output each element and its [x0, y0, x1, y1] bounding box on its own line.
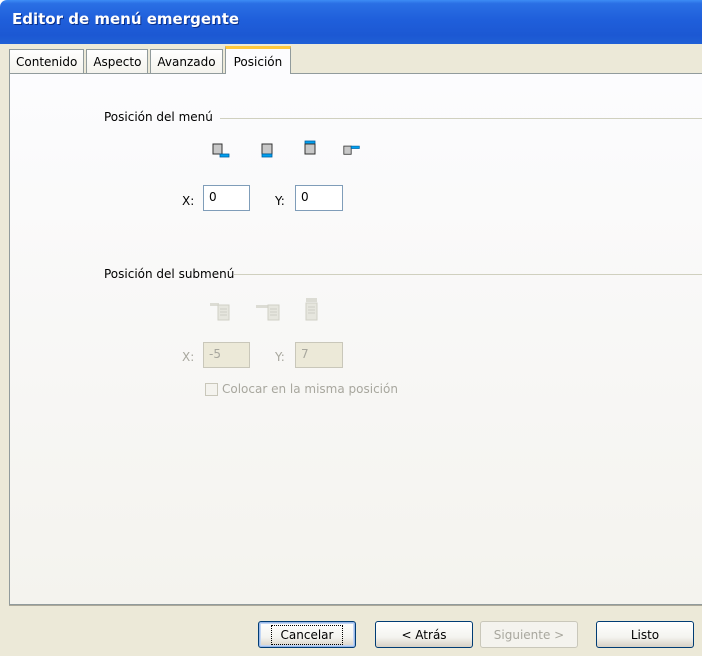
- menu-position-group-label: Posición del menú: [104, 110, 213, 124]
- tab-posicion[interactable]: Posición: [224, 46, 292, 75]
- menu-y-input[interactable]: 0: [295, 185, 343, 211]
- menu-position-divider: [220, 118, 702, 119]
- menu-x-label: X:: [182, 194, 195, 208]
- tab-panel-posicion: Posición del menú X: 0 Y: 0 Posición del…: [9, 73, 702, 605]
- menu-below-left-icon[interactable]: [212, 143, 230, 159]
- dialog-body: Contenido Aspecto Avanzado Posición Posi…: [0, 44, 702, 656]
- tab-contenido[interactable]: Contenido: [9, 49, 85, 74]
- back-button[interactable]: < Atrás: [375, 621, 473, 648]
- submenu-x-input[interactable]: -5: [203, 342, 250, 368]
- next-button[interactable]: Siguiente >: [480, 621, 578, 648]
- tab-aspecto[interactable]: Aspecto: [86, 49, 149, 74]
- window-title: Editor de menú emergente: [12, 10, 240, 28]
- same-position-checkbox[interactable]: [205, 383, 218, 396]
- submenu-right-icon: [256, 304, 280, 321]
- menu-y-label: Y:: [275, 194, 285, 208]
- tab-strip: Contenido Aspecto Avanzado Posición: [9, 46, 293, 75]
- title-bar[interactable]: Editor de menú emergente: [0, 0, 702, 44]
- submenu-position-group-label: Posición del submenú: [104, 267, 235, 281]
- cancel-button[interactable]: Cancelar: [258, 621, 356, 648]
- done-button[interactable]: Listo: [596, 621, 694, 648]
- submenu-top-right-icon: [210, 303, 230, 321]
- submenu-x-label: X:: [182, 350, 195, 364]
- menu-right-icon[interactable]: [343, 143, 361, 159]
- button-bar-divider: [9, 605, 702, 606]
- submenu-below-icon: [305, 298, 318, 321]
- cancel-button-label: Cancelar: [270, 624, 344, 645]
- menu-below-icon[interactable]: [259, 143, 277, 159]
- submenu-y-label: Y:: [275, 350, 285, 364]
- submenu-position-divider: [234, 274, 702, 275]
- same-position-label: Colocar en la misma posición: [222, 382, 398, 396]
- menu-above-icon[interactable]: [302, 140, 320, 156]
- submenu-y-input[interactable]: 7: [295, 342, 343, 368]
- menu-x-input[interactable]: 0: [203, 185, 250, 211]
- tab-avanzado[interactable]: Avanzado: [150, 49, 223, 74]
